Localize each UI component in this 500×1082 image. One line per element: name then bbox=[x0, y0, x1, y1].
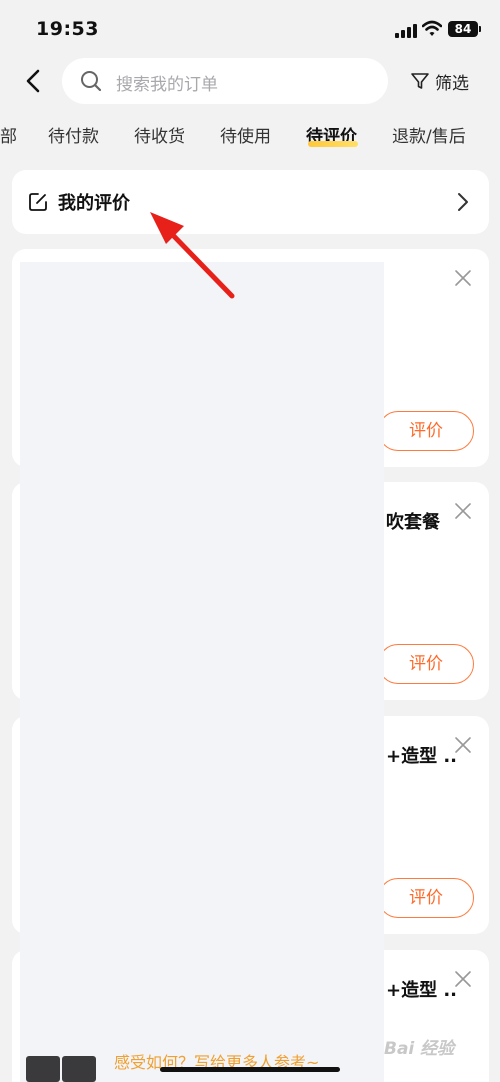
review-button[interactable]: 评价 bbox=[378, 644, 474, 684]
tab-pending-receipt[interactable]: 待收货 bbox=[134, 122, 185, 147]
search-input[interactable]: 搜索我的订单 bbox=[62, 58, 388, 104]
tab-pending-payment[interactable]: 待付款 bbox=[48, 122, 99, 147]
header: 搜索我的订单 筛选 bbox=[0, 56, 500, 108]
order-title: 吹套餐 bbox=[386, 512, 440, 533]
search-placeholder: 搜索我的订单 bbox=[116, 75, 218, 95]
tab-refund[interactable]: 退款/售后 bbox=[392, 122, 466, 147]
chevron-right-icon bbox=[458, 193, 468, 211]
search-icon bbox=[81, 71, 102, 92]
review-button[interactable]: 评价 bbox=[378, 878, 474, 918]
close-icon[interactable] bbox=[454, 502, 472, 520]
home-indicator[interactable] bbox=[160, 1067, 340, 1072]
redaction-mask bbox=[20, 262, 384, 1082]
tab-pending-use[interactable]: 待使用 bbox=[220, 122, 271, 147]
tab-all[interactable]: 部 bbox=[0, 122, 17, 147]
funnel-icon bbox=[411, 73, 429, 89]
thumbnail-image bbox=[26, 1056, 60, 1082]
close-icon[interactable] bbox=[454, 269, 472, 287]
active-tab-indicator bbox=[308, 141, 358, 147]
status-time: 19:53 bbox=[36, 18, 99, 40]
my-reviews-entry[interactable]: 我的评价 bbox=[12, 170, 489, 234]
watermark-logo: Bai 经验 bbox=[384, 1039, 455, 1059]
filter-button[interactable]: 筛选 bbox=[410, 66, 469, 96]
status-bar: 19:53 84 bbox=[0, 0, 500, 56]
battery-cap bbox=[479, 26, 481, 32]
review-button[interactable]: 评价 bbox=[378, 411, 474, 451]
order-title: +造型 .. bbox=[386, 746, 458, 767]
edit-icon bbox=[29, 193, 47, 211]
wifi-icon bbox=[422, 20, 442, 36]
back-arrow-icon[interactable] bbox=[20, 66, 50, 96]
battery-icon: 84 bbox=[448, 21, 478, 37]
thumbnail-image bbox=[62, 1056, 96, 1082]
filter-label: 筛选 bbox=[435, 73, 469, 94]
my-reviews-label: 我的评价 bbox=[58, 193, 130, 214]
order-title: +造型 .. bbox=[386, 980, 458, 1001]
order-status-tabs: 部 待付款 待收货 待使用 待评价 退款/售后 bbox=[0, 112, 500, 160]
cellular-signal-icon bbox=[395, 24, 417, 38]
